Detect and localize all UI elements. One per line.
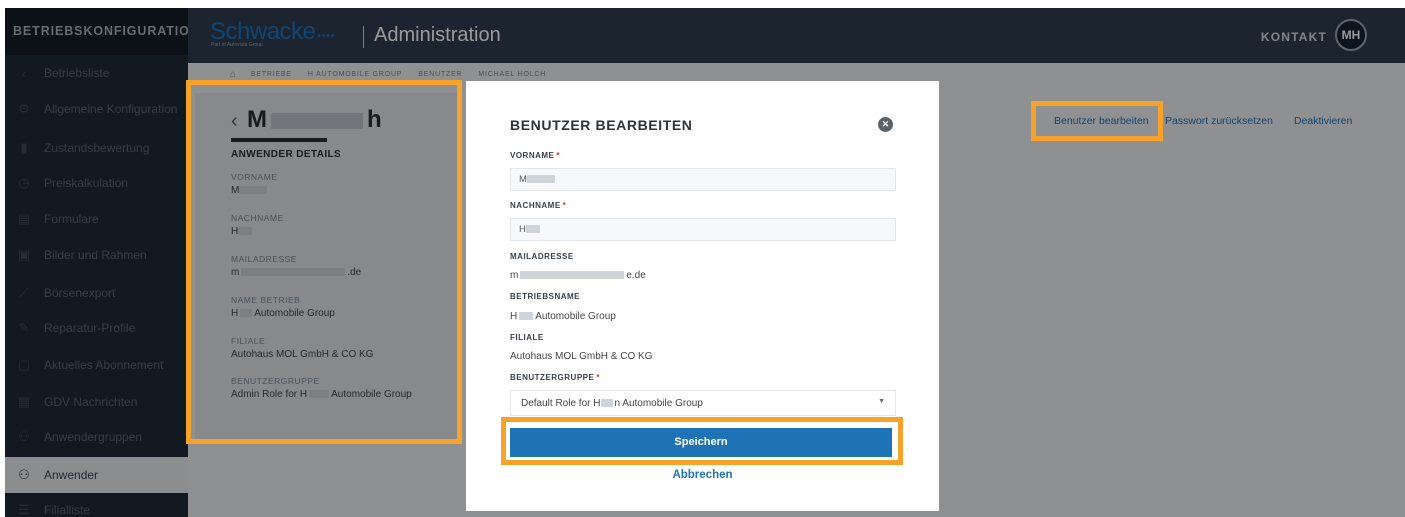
filiale-value: Autohaus MOL GmbH & CO KG — [510, 351, 653, 362]
close-icon[interactable]: ✕ — [878, 117, 893, 132]
highlight-details-panel — [186, 80, 462, 444]
mail-value: m e.de — [510, 270, 646, 281]
modal-title: BENUTZER BEARBEITEN — [510, 117, 693, 133]
nachname-label: NACHNAME * — [510, 201, 567, 210]
highlight-edit-link — [1031, 101, 1163, 141]
chevron-down-icon: ▼ — [878, 398, 885, 405]
cancel-button[interactable]: Abbrechen — [466, 469, 939, 481]
vorname-label: VORNAME * — [510, 151, 561, 160]
nachname-field[interactable]: H — [510, 218, 896, 241]
betrieb-value: H Automobile Group — [510, 311, 616, 322]
highlight-save-button — [501, 417, 903, 465]
benutzergruppe-select[interactable]: Default Role for Hn Automobile Group ▼ — [510, 390, 896, 416]
betrieb-label: BETRIEBSNAME — [510, 292, 581, 301]
filiale-label: FILIALE — [510, 333, 544, 342]
gruppe-label: BENUTZERGRUPPE * — [510, 373, 600, 382]
mail-label: MAILADRESSE — [510, 252, 574, 261]
vorname-field[interactable]: M — [510, 168, 896, 191]
